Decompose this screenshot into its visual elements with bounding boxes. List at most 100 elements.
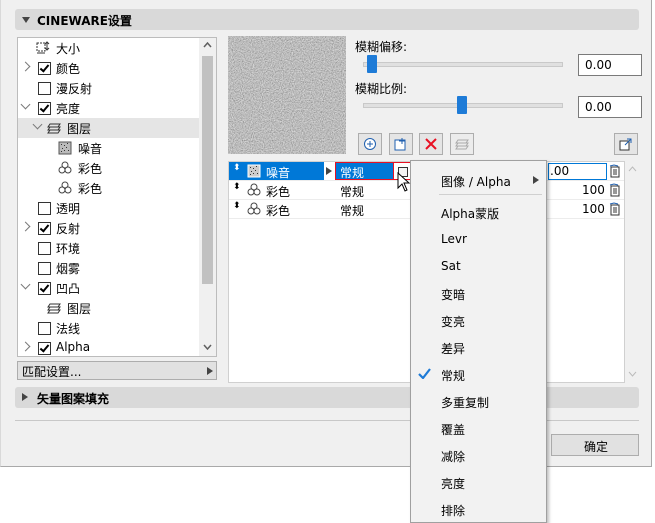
- tree-item-size[interactable]: 大小: [18, 38, 199, 58]
- blur-offset-slider[interactable]: [363, 62, 563, 67]
- menu-item-lighten[interactable]: 变亮: [411, 307, 546, 333]
- reorder-handle-icon[interactable]: ⬍: [233, 182, 241, 192]
- tree-item-label: 大小: [56, 42, 81, 56]
- reorder-handle-icon[interactable]: ⬍: [233, 201, 241, 211]
- scroll-down-icon[interactable]: [203, 344, 212, 350]
- tree-item-alpha[interactable]: Alpha: [18, 338, 199, 358]
- tree-item-colorize[interactable]: 彩色: [18, 178, 199, 198]
- ok-label: 确定: [584, 440, 609, 454]
- checkbox[interactable]: [38, 322, 51, 335]
- checkbox[interactable]: [38, 282, 51, 295]
- export-icon: [619, 138, 632, 151]
- menu-item-sat[interactable]: Sat: [411, 253, 546, 279]
- menu-item-levr[interactable]: Levr: [411, 226, 546, 252]
- collapse-triangle-icon: [22, 17, 30, 23]
- scrollbar-thumb[interactable]: [202, 56, 213, 284]
- blur-offset-slider-thumb[interactable]: [366, 55, 377, 73]
- delete-button[interactable]: [419, 133, 443, 155]
- menu-item-label: 变亮: [441, 315, 466, 329]
- collapse-arrow-icon[interactable]: [20, 279, 31, 290]
- checkbox[interactable]: [38, 82, 51, 95]
- checkbox[interactable]: [38, 102, 51, 115]
- blur-scale-input[interactable]: 0.00: [578, 96, 642, 118]
- layer-options-icon[interactable]: [609, 183, 621, 197]
- expand-arrow-icon[interactable]: [20, 61, 31, 72]
- layer-value-input[interactable]: .00: [548, 163, 607, 180]
- tree-item-reflection[interactable]: 反射: [18, 218, 199, 238]
- menu-item-luminance[interactable]: 亮度: [411, 469, 546, 495]
- color-circles-icon: [247, 202, 261, 215]
- menu-item-darken[interactable]: 变暗: [411, 280, 546, 306]
- add-shader-button[interactable]: [358, 133, 382, 155]
- ok-button[interactable]: 确定: [551, 434, 639, 456]
- layer-value[interactable]: 100: [582, 183, 605, 197]
- blur-scale-slider-thumb[interactable]: [457, 96, 467, 114]
- expand-arrow-icon[interactable]: [326, 167, 332, 175]
- tree-item-noise[interactable]: 噪音: [18, 138, 199, 158]
- layers-icon: [47, 123, 61, 134]
- checkbox[interactable]: [38, 262, 51, 275]
- export-button[interactable]: [614, 133, 638, 155]
- menu-item-label: Sat: [441, 259, 461, 273]
- tree-item-layer[interactable]: 图层: [18, 298, 199, 318]
- menu-item-label: 多重复制: [441, 396, 490, 410]
- tree-item-label: 图层: [67, 302, 92, 316]
- blend-mode-value: 常规: [340, 166, 365, 180]
- tree-item-transparency[interactable]: 透明: [18, 198, 199, 218]
- collapse-arrow-icon[interactable]: [20, 99, 31, 110]
- menu-item-difference[interactable]: 差异: [411, 334, 546, 360]
- tree-item-environment[interactable]: 环境: [18, 238, 199, 258]
- menu-item-overlay[interactable]: 覆盖: [411, 415, 546, 441]
- tree-item-bump[interactable]: 凹凸: [18, 278, 199, 298]
- scroll-down-icon[interactable]: [628, 371, 637, 377]
- blend-mode-value[interactable]: 常规: [340, 183, 364, 200]
- blend-mode-value[interactable]: 常规: [340, 202, 364, 219]
- tree-item-layer[interactable]: 图层: [18, 118, 199, 138]
- expand-arrow-icon[interactable]: [20, 341, 31, 352]
- collapse-arrow-icon[interactable]: [32, 119, 43, 130]
- menu-item-label: 排除: [441, 504, 466, 518]
- tree-item-luminance[interactable]: 亮度: [18, 98, 199, 118]
- scroll-up-icon[interactable]: [628, 166, 637, 172]
- tree-item-label: 法线: [56, 322, 81, 336]
- cineware-section-header[interactable]: CINEWARE设置: [15, 9, 639, 30]
- tree-item-label: 图层: [67, 122, 92, 136]
- checkbox[interactable]: [38, 202, 51, 215]
- tree-scrollbar[interactable]: [199, 38, 216, 356]
- scroll-up-icon[interactable]: [203, 42, 212, 48]
- add-layer-button[interactable]: [389, 133, 413, 155]
- blur-offset-input[interactable]: 0.00: [578, 54, 642, 76]
- reorder-handle-icon[interactable]: ⬍: [233, 163, 241, 173]
- menu-item-image-alpha[interactable]: 图像 / Alpha: [411, 161, 546, 197]
- tree-item-colorize[interactable]: 彩色: [18, 158, 199, 178]
- menu-item-alpha-mask[interactable]: Alpha蒙版: [411, 199, 546, 225]
- layer-options-icon[interactable]: [609, 202, 621, 216]
- menu-item-label: 差异: [441, 342, 466, 356]
- tree-item-normal[interactable]: 法线: [18, 318, 199, 338]
- menu-item-exclusion[interactable]: 排除: [411, 496, 546, 522]
- layer-folder-button[interactable]: [450, 133, 474, 155]
- layer-value[interactable]: 100: [582, 202, 605, 216]
- menu-item-label: 覆盖: [441, 423, 466, 437]
- match-settings-button[interactable]: 匹配设置...: [17, 361, 217, 380]
- blend-mode-dropdown[interactable]: 常规: [335, 162, 394, 180]
- checkbox[interactable]: [38, 342, 51, 355]
- checkbox[interactable]: [38, 242, 51, 255]
- expand-arrow-icon[interactable]: [20, 221, 31, 232]
- submenu-arrow-icon: [207, 367, 213, 375]
- tree-item-label: 彩色: [78, 162, 103, 176]
- tree-item-fog[interactable]: 烟雾: [18, 258, 199, 278]
- checkbox[interactable]: [38, 222, 51, 235]
- blur-scale-label: 模糊比例:: [355, 82, 408, 96]
- layer-options-icon[interactable]: [609, 164, 621, 178]
- menu-item-label: 常规: [441, 369, 466, 383]
- tree-item-label: 彩色: [78, 182, 103, 196]
- menu-item-multiply[interactable]: 多重复制: [411, 388, 546, 414]
- tree-item-color[interactable]: 颜色: [18, 58, 199, 78]
- checkbox[interactable]: [38, 62, 51, 75]
- menu-item-subtract[interactable]: 减除: [411, 442, 546, 468]
- section-title: 矢量图案填充: [37, 392, 110, 406]
- tree-item-diffuse[interactable]: 漫反射: [18, 78, 199, 98]
- mouse-cursor-icon: [397, 172, 411, 192]
- menu-item-normal[interactable]: 常规: [411, 361, 546, 387]
